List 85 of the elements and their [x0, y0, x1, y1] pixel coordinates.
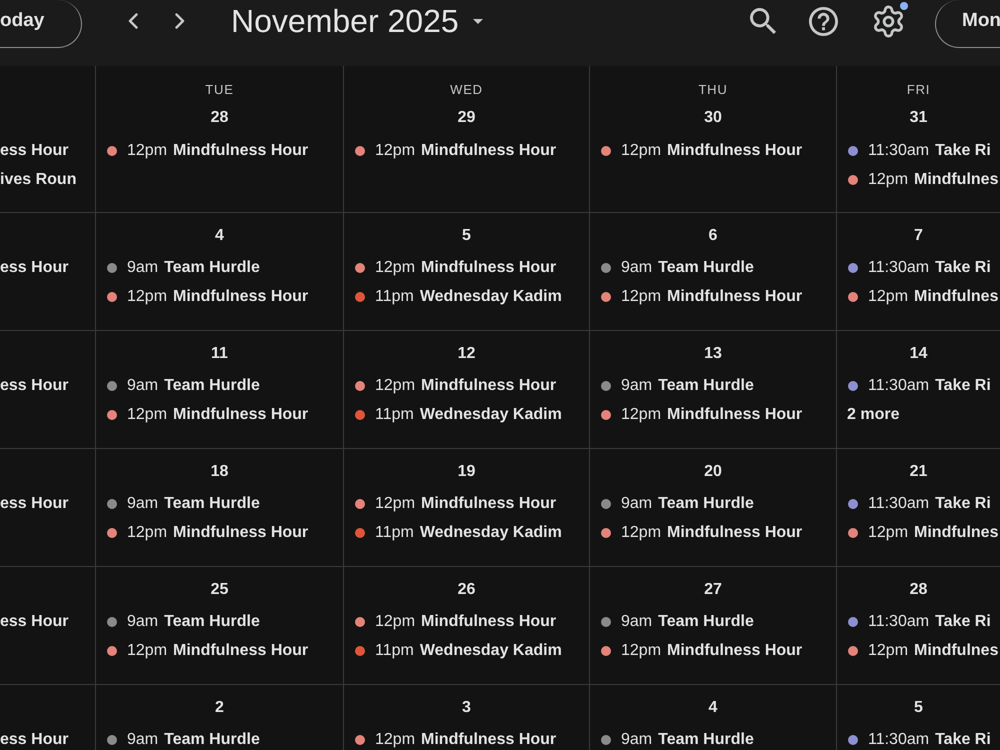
event-chip[interactable]: 12pm Mindfulness Hour — [355, 258, 556, 278]
date-number[interactable]: 28 — [910, 580, 928, 600]
event-chip[interactable]: 11pm Wednesday Kadim — [355, 641, 562, 661]
event-chip[interactable]: 11:30am Take Ri — [848, 258, 991, 278]
date-number[interactable]: 4 — [215, 226, 224, 246]
event-chip[interactable]: 11:30am Take Ri — [848, 730, 991, 750]
date-number[interactable]: 26 — [458, 580, 476, 600]
event-chip[interactable]: ess Hour — [0, 730, 68, 750]
event-chip[interactable]: 9am Team Hurdle — [601, 494, 754, 514]
date-number[interactable]: 31 — [910, 108, 928, 128]
event-chip[interactable]: 12pm Mindfulness Hour — [355, 376, 556, 396]
weekday-label: TUE — [205, 82, 234, 98]
event-chip[interactable]: ess Hour — [0, 494, 68, 514]
event-chip[interactable]: ess Hour — [0, 141, 68, 161]
event-chip[interactable]: 9am Team Hurdle — [107, 376, 260, 396]
event-chip[interactable]: 12pm Mindfulness Hour — [601, 641, 802, 661]
event-chip[interactable]: 11:30am Take Ri — [848, 376, 991, 396]
event-chip[interactable]: 11:30am Take Ri — [848, 141, 991, 161]
event-chip[interactable]: 12pm Mindfulness Hour — [601, 141, 802, 161]
event-chip[interactable]: 12pm Mindfulness Hour — [355, 730, 556, 750]
event-chip[interactable]: 12pm Mindfulnes — [848, 287, 998, 307]
date-number[interactable]: 5 — [462, 226, 471, 246]
event-chip[interactable]: 11pm Wednesday Kadim — [355, 287, 562, 307]
today-button[interactable]: oday — [0, 0, 82, 48]
weekday-label: FRI — [906, 82, 930, 98]
date-number[interactable]: 18 — [210, 462, 228, 482]
event-chip[interactable]: 12pm Mindfulness Hour — [355, 141, 556, 161]
search-icon[interactable] — [750, 8, 776, 34]
date-number[interactable]: 28 — [210, 108, 228, 128]
event-chip[interactable]: 12pm Mindfulnes — [848, 641, 998, 661]
caret-icon[interactable] — [472, 18, 483, 24]
view-button[interactable]: Mon — [935, 0, 1000, 48]
month-title: November 2025 — [231, 2, 459, 41]
date-number[interactable]: 29 — [458, 108, 476, 128]
date-number[interactable]: 25 — [210, 580, 228, 600]
chevron-left-icon[interactable] — [128, 13, 138, 29]
chevron-right-icon[interactable] — [175, 13, 185, 29]
event-chip[interactable]: 9am Team Hurdle — [107, 730, 260, 750]
event-chip[interactable]: 11pm Wednesday Kadim — [355, 405, 562, 425]
event-chip[interactable]: 12pm Mindfulness Hour — [355, 494, 556, 514]
settings-icon[interactable] — [871, 4, 906, 38]
event-chip[interactable]: ess Hour — [0, 612, 68, 632]
event-chip[interactable]: 9am Team Hurdle — [107, 612, 260, 632]
event-chip[interactable]: 12pm Mindfulness Hour — [601, 287, 802, 307]
date-number[interactable]: 21 — [910, 462, 928, 482]
event-chip[interactable]: ives Roun — [0, 170, 76, 190]
event-chip[interactable]: 9am Team Hurdle — [107, 258, 260, 278]
date-number[interactable]: 14 — [910, 344, 928, 364]
event-chip[interactable]: 12pm Mindfulness Hour — [355, 612, 556, 632]
help-icon[interactable] — [809, 6, 838, 36]
date-number[interactable]: 13 — [704, 344, 722, 364]
event-chip[interactable]: 12pm Mindfulness Hour — [107, 141, 308, 161]
event-chip[interactable]: 9am Team Hurdle — [601, 612, 754, 632]
date-number[interactable]: 6 — [708, 226, 718, 246]
event-chip[interactable]: 12pm Mindfulnes — [848, 170, 998, 190]
date-number[interactable]: 19 — [458, 462, 476, 482]
date-number[interactable]: 11 — [211, 344, 228, 364]
event-chip[interactable]: 12pm Mindfulness Hour — [107, 287, 308, 307]
date-number[interactable]: 7 — [914, 226, 923, 246]
event-chip[interactable]: 11:30am Take Ri — [848, 494, 991, 514]
event-chip[interactable]: ess Hour — [0, 376, 68, 396]
date-number[interactable]: 5 — [914, 698, 923, 718]
event-chip[interactable]: 9am Team Hurdle — [601, 730, 754, 750]
event-chip[interactable]: 12pm Mindfulnes — [848, 523, 998, 543]
date-number[interactable]: 3 — [462, 698, 471, 718]
date-number[interactable]: 4 — [708, 698, 718, 718]
date-number[interactable]: 20 — [704, 462, 722, 482]
event-chip[interactable]: 12pm Mindfulness Hour — [601, 523, 802, 543]
weekday-label: WED — [450, 82, 483, 98]
more-link[interactable]: 2 more — [847, 405, 900, 425]
date-number[interactable]: 2 — [215, 698, 224, 718]
event-chip[interactable]: 11:30am Take Ri — [848, 612, 991, 632]
event-chip[interactable]: 11pm Wednesday Kadim — [355, 523, 562, 543]
date-number[interactable]: 12 — [458, 344, 476, 364]
weekday-label: THU — [698, 82, 728, 98]
event-chip[interactable]: 9am Team Hurdle — [601, 258, 754, 278]
event-chip[interactable]: 9am Team Hurdle — [107, 494, 260, 514]
event-chip[interactable]: 9am Team Hurdle — [601, 376, 754, 396]
event-chip[interactable]: ess Hour — [0, 258, 68, 278]
event-chip[interactable]: 12pm Mindfulness Hour — [107, 405, 308, 425]
date-number[interactable]: 27 — [704, 580, 722, 600]
date-number[interactable]: 30 — [704, 108, 722, 128]
event-chip[interactable]: 12pm Mindfulness Hour — [107, 523, 308, 543]
event-chip[interactable]: 12pm Mindfulness Hour — [107, 641, 308, 661]
event-chip[interactable]: 12pm Mindfulness Hour — [601, 405, 802, 425]
